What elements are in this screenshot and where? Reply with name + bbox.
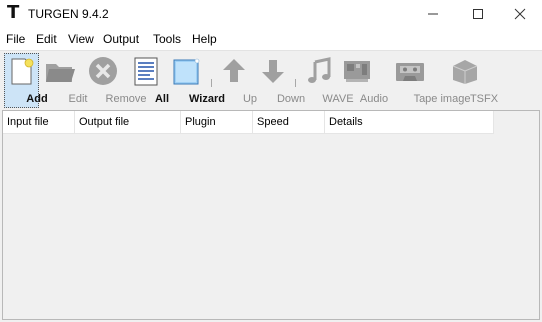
add-button[interactable]: Add (4, 51, 48, 109)
audio-button[interactable]: Audio (340, 51, 388, 109)
toolbar-separator (295, 79, 298, 87)
wizard-button[interactable]: Wizard (165, 51, 225, 109)
column-header-output-file[interactable]: Output file (75, 111, 181, 133)
remove-icon (89, 57, 117, 85)
tsfx-button[interactable]: TSFX (446, 51, 498, 109)
menu-help[interactable]: Help (192, 32, 217, 46)
toolbar: Add Edit Remove All Wizard Up Down WAVE … (0, 50, 542, 109)
toolbar-separator (211, 79, 214, 87)
column-header-plugin[interactable]: Plugin (181, 111, 253, 133)
menu-output[interactable]: Output (103, 32, 139, 46)
up-button[interactable]: Up (218, 51, 257, 109)
tsfx-label: TSFX (469, 93, 499, 105)
close-button[interactable] (497, 0, 542, 28)
menu-tools[interactable]: Tools (153, 32, 181, 46)
all-button[interactable]: All (130, 51, 169, 109)
folder-open-icon (46, 64, 75, 82)
main-content: Input file Output file Plugin Speed Deta… (0, 108, 542, 322)
menu-view[interactable]: View (68, 32, 94, 46)
cassette-tape-icon (396, 63, 424, 81)
file-list[interactable]: Input file Output file Plugin Speed Deta… (2, 110, 540, 320)
column-header-input-file[interactable]: Input file (3, 111, 75, 133)
close-icon (514, 8, 526, 20)
minimize-button[interactable] (410, 0, 456, 28)
package-box-icon (452, 60, 478, 84)
arrow-down-icon (262, 60, 284, 83)
menu-file[interactable]: File (6, 32, 25, 46)
new-document-icon (11, 58, 34, 85)
menu-edit[interactable]: Edit (36, 32, 57, 46)
column-header-details[interactable]: Details (325, 111, 494, 133)
maximize-icon (473, 9, 483, 19)
title-bar: T TURGEN 9.4.2 (0, 0, 542, 28)
tape-image-button[interactable]: Tape image (378, 51, 470, 109)
wizard-icon (173, 58, 200, 85)
arrow-up-icon (223, 59, 245, 82)
sound-card-icon (344, 61, 370, 82)
column-header-speed[interactable]: Speed (253, 111, 325, 133)
list-header: Input file Output file Plugin Speed Deta… (3, 111, 494, 134)
music-note-icon (308, 57, 331, 83)
edit-button[interactable]: Edit (42, 51, 87, 109)
wave-button[interactable]: WAVE (302, 51, 354, 109)
menu-bar: File Edit View Output Tools Help (0, 29, 542, 49)
down-button[interactable]: Down (255, 51, 305, 109)
maximize-button[interactable] (455, 0, 501, 28)
minimize-icon (428, 13, 438, 15)
app-logo-icon: T (7, 2, 20, 23)
remove-button[interactable]: Remove (80, 51, 146, 109)
window-title: TURGEN 9.4.2 (28, 7, 109, 21)
list-body[interactable] (3, 134, 539, 319)
document-list-icon (134, 57, 158, 86)
